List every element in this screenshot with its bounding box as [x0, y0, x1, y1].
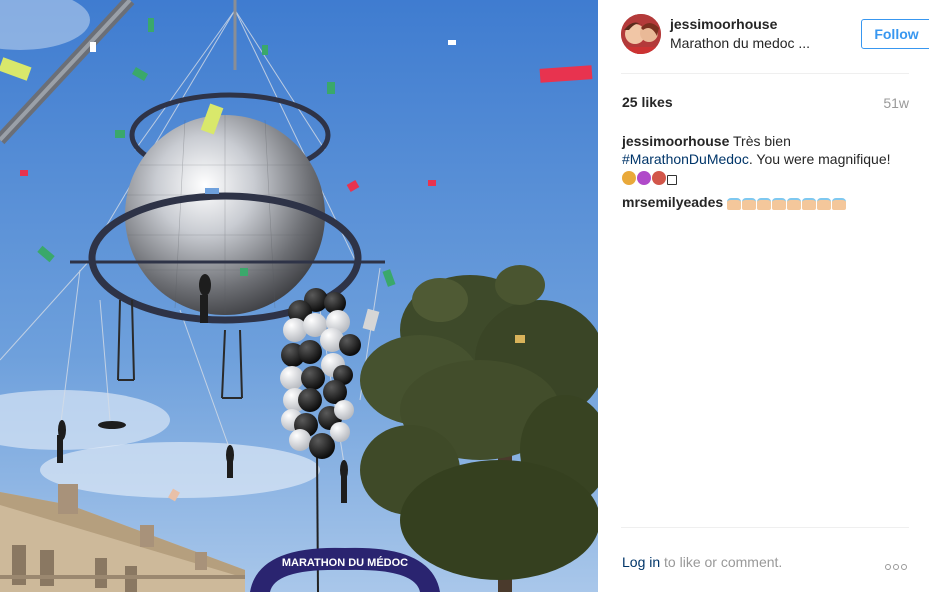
- likes-count[interactable]: 25 likes: [622, 94, 673, 110]
- post-image: MARATHON DU MÉDOC: [0, 0, 598, 592]
- login-prompt: Log in to like or comment.: [622, 554, 782, 570]
- balloon-icon: [637, 171, 651, 185]
- runner-icon: [652, 171, 666, 185]
- clapping-hands-icon: [727, 196, 847, 214]
- party-popper-icon: [622, 171, 636, 185]
- divider: [621, 73, 909, 74]
- arch-text: MARATHON DU MÉDOC: [282, 556, 408, 569]
- caption: jessimoorhouse Très bien #MarathonDuMedo…: [622, 132, 910, 187]
- comment-username[interactable]: mrsemilyeades: [622, 194, 723, 210]
- more-options-icon[interactable]: [885, 557, 911, 570]
- post-header: jessimoorhouse Marathon du medoc ... Fol…: [621, 13, 929, 55]
- username[interactable]: jessimoorhouse: [670, 16, 777, 32]
- flag-icon: [667, 175, 677, 185]
- caption-username[interactable]: jessimoorhouse: [622, 133, 729, 149]
- post-age[interactable]: 51w: [883, 95, 909, 111]
- login-rest: to like or comment.: [660, 554, 783, 570]
- avatar[interactable]: [621, 14, 661, 54]
- post-sidebar: jessimoorhouse Marathon du medoc ... Fol…: [598, 0, 929, 592]
- login-link[interactable]: Log in: [622, 554, 660, 570]
- follow-button[interactable]: Follow: [861, 19, 929, 49]
- location-link[interactable]: Marathon du medoc ...: [670, 35, 810, 51]
- caption-emojis: [622, 171, 678, 187]
- caption-text-after: . You were magnifique!: [748, 151, 891, 167]
- post-photo[interactable]: MARATHON DU MÉDOC: [0, 0, 598, 592]
- avatar-image: [621, 14, 661, 54]
- comment: mrsemilyeades: [622, 193, 910, 214]
- caption-text-before: Très bien: [729, 133, 791, 149]
- caption-hashtag[interactable]: #MarathonDuMedoc: [622, 151, 749, 167]
- divider: [621, 527, 909, 528]
